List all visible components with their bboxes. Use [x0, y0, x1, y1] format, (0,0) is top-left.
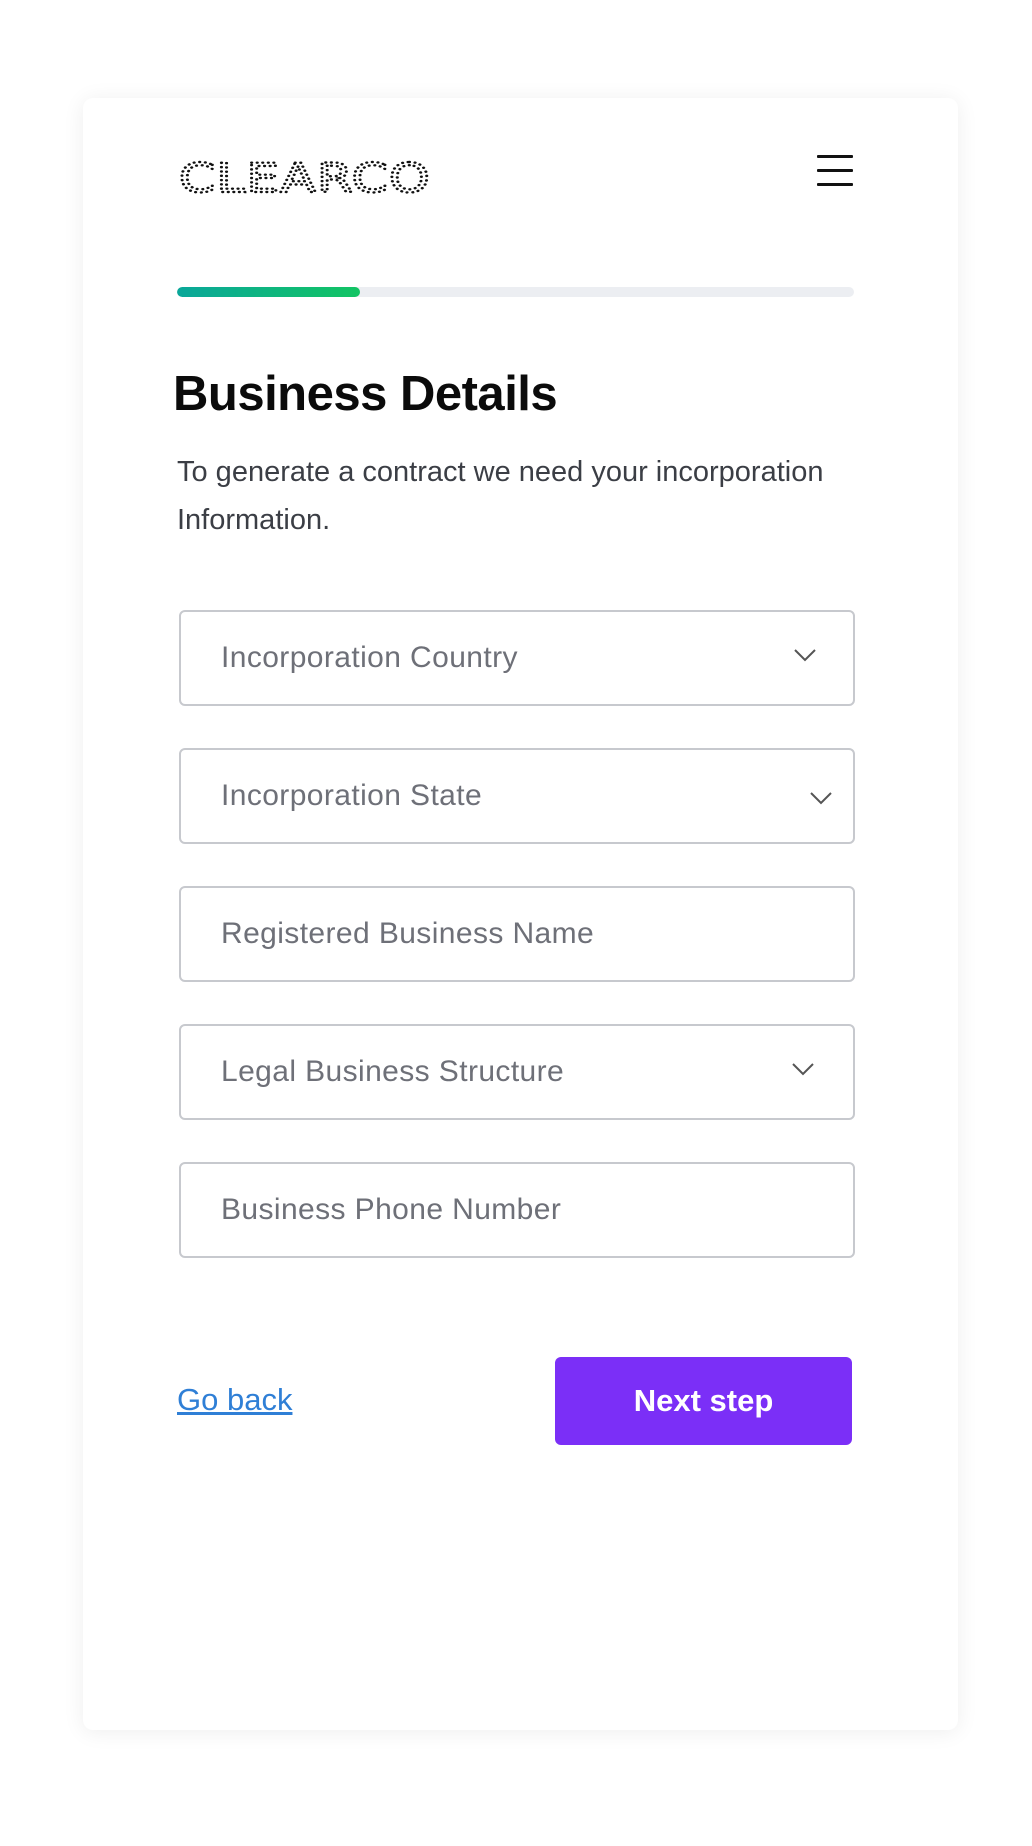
business-phone-number-field[interactable] [179, 1162, 855, 1258]
brand-logo: CLEARCO [177, 154, 437, 203]
incorporation-country-placeholder: Incorporation Country [221, 641, 518, 674]
incorporation-country-select[interactable]: Incorporation Country [179, 610, 855, 706]
hamburger-menu-icon[interactable] [815, 151, 855, 191]
chevron-down-icon [794, 649, 816, 662]
page-subtitle: To generate a contract we need your inco… [177, 456, 824, 536]
registered-business-name-input[interactable] [181, 888, 853, 980]
progress-bar-fill [177, 287, 360, 297]
svg-text:CLEARCO: CLEARCO [179, 156, 431, 198]
header: CLEARCO [177, 151, 855, 203]
chevron-down-icon [810, 792, 832, 805]
chevron-down-icon [792, 1063, 814, 1076]
go-back-link[interactable]: Go back [177, 1382, 292, 1418]
next-step-button[interactable]: Next step [555, 1357, 852, 1445]
legal-business-structure-select[interactable]: Legal Business Structure [179, 1024, 855, 1120]
incorporation-state-select[interactable]: Incorporation State [179, 748, 855, 844]
business-phone-number-input[interactable] [181, 1164, 853, 1256]
page-title: Business Details [173, 367, 558, 421]
legal-business-structure-placeholder: Legal Business Structure [221, 1055, 565, 1088]
onboarding-card: CLEARCO Business Details To generate a c… [83, 98, 958, 1730]
progress-bar [177, 287, 854, 297]
incorporation-state-placeholder: Incorporation State [221, 779, 483, 812]
registered-business-name-field[interactable] [179, 886, 855, 982]
